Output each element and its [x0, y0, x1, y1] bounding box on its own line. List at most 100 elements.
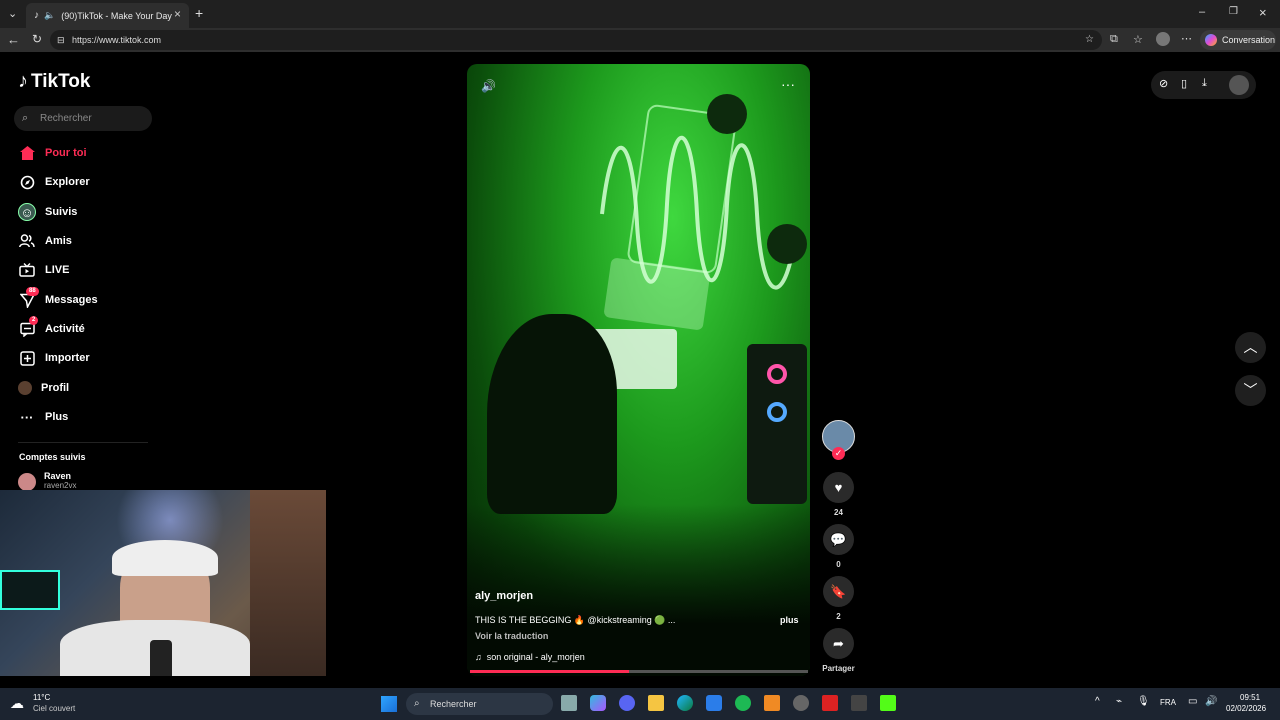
- activity-badge: 2: [29, 316, 39, 325]
- address-bar-row: ← ↻ ⊟ https://www.tiktok.com ☆ ⧉ ☆ ⋯ Con…: [0, 28, 1280, 52]
- video-progress-bar[interactable]: [470, 670, 808, 673]
- share-label: Partager: [822, 664, 855, 673]
- share-arrow-icon: ➦: [833, 635, 844, 651]
- sidebar-item-label: LIVE: [45, 264, 70, 276]
- settings-gear-icon[interactable]: [793, 695, 809, 711]
- sidebar-item-explorer[interactable]: Explorer: [18, 171, 168, 193]
- user-avatar-icon[interactable]: [1229, 75, 1249, 95]
- sidebar-item-profil[interactable]: Profil: [18, 377, 168, 399]
- app-icon[interactable]: [764, 695, 780, 711]
- logo-text: TikTok: [31, 70, 91, 92]
- weather-temp[interactable]: 11°C: [33, 693, 50, 702]
- profile-avatar-icon[interactable]: [1156, 32, 1170, 46]
- back-icon[interactable]: ←: [7, 32, 20, 47]
- neon-wave: [600, 135, 794, 290]
- following-account-raven[interactable]: Raven raven2vx: [18, 471, 76, 491]
- volume-icon[interactable]: 🔊: [481, 79, 496, 93]
- clock-date[interactable]: 02/02/2026: [1226, 704, 1266, 713]
- speaker-icon[interactable]: 🔊: [1205, 696, 1217, 707]
- clock-time[interactable]: 09:51: [1240, 693, 1260, 702]
- display-icon[interactable]: ▭: [1188, 696, 1197, 707]
- translate-link[interactable]: Voir la traduction: [475, 631, 548, 641]
- sidebar-item-suivis[interactable]: ☺ Suivis: [18, 201, 168, 223]
- comment-button[interactable]: 💬: [823, 524, 854, 555]
- red-app-icon[interactable]: [822, 695, 838, 711]
- stream-app-icon[interactable]: [851, 695, 867, 711]
- copilot-conversation-button[interactable]: Conversation: [1200, 30, 1276, 50]
- search-input[interactable]: ⌕ Rechercher: [14, 106, 152, 131]
- video-caption: THIS IS THE BEGGING 🔥 @kickstreaming 🟢 .…: [475, 615, 676, 625]
- sidebar-item-pour-toi[interactable]: Pour toi: [18, 142, 168, 164]
- store-icon[interactable]: [706, 695, 722, 711]
- save-button[interactable]: 🔖: [823, 576, 854, 607]
- tab-audio-icon[interactable]: 🔈: [44, 10, 55, 21]
- language-indicator[interactable]: FRA: [1160, 698, 1176, 707]
- video-author[interactable]: aly_morjen: [475, 590, 533, 602]
- tab-close-icon[interactable]: ×: [174, 7, 181, 21]
- raven-avatar: [18, 473, 36, 491]
- door: [250, 490, 326, 676]
- microphone-icon[interactable]: 🎙: [1137, 696, 1150, 707]
- taskbar-search[interactable]: ⌕ Rechercher: [406, 693, 553, 715]
- share-button[interactable]: ➦: [823, 628, 854, 659]
- window-close-icon[interactable]: ×: [1259, 5, 1267, 20]
- follow-check-icon[interactable]: ✓: [832, 447, 845, 460]
- caption-more-link[interactable]: plus: [780, 615, 799, 625]
- coins-icon[interactable]: ⊘: [1159, 77, 1168, 90]
- activity-icon: 2: [18, 316, 39, 338]
- sidebar-item-label: Suivis: [45, 206, 78, 218]
- sidebar-item-live[interactable]: LIVE: [18, 259, 168, 281]
- tiktok-logo-icon: ♪: [18, 70, 28, 92]
- sidebar-item-importer[interactable]: Importer: [18, 347, 168, 369]
- upload-plus-icon: [18, 349, 36, 367]
- tab-list-chevron-icon[interactable]: ⌄: [8, 7, 17, 20]
- video-more-icon[interactable]: ···: [781, 76, 795, 92]
- following-handle: raven2vx: [44, 481, 77, 490]
- copilot-app-icon[interactable]: [590, 695, 606, 711]
- extensions-icon[interactable]: ⧉: [1110, 33, 1118, 46]
- kick-sign: [0, 570, 60, 610]
- tab-title: (90)TikTok - Make Your Day: [61, 10, 172, 21]
- music-note-icon: ♫: [475, 652, 482, 662]
- next-video-chevron-down-icon[interactable]: ﹀: [1235, 375, 1266, 406]
- sidebar-item-plus[interactable]: ··· Plus: [18, 406, 168, 428]
- network-icon[interactable]: ⌁: [1116, 696, 1122, 707]
- browser-menu-icon[interactable]: ⋯: [1181, 32, 1192, 45]
- previous-video-chevron-up-icon[interactable]: ︿: [1235, 332, 1266, 363]
- tiktok-favicon-icon: ♪: [34, 10, 39, 21]
- favorites-icon[interactable]: ☆: [1133, 33, 1143, 46]
- messages-badge: 88: [26, 287, 39, 296]
- favorite-star-icon[interactable]: ☆: [1085, 30, 1094, 50]
- file-explorer-icon[interactable]: [648, 695, 664, 711]
- minimize-icon[interactable]: –: [1199, 6, 1205, 18]
- kick-app-icon[interactable]: [880, 695, 896, 711]
- download-icon[interactable]: ⤓: [1202, 77, 1207, 90]
- save-count: 2: [836, 612, 841, 621]
- discord-icon[interactable]: [619, 695, 635, 711]
- sound-row[interactable]: ♫ son original - aly_morjen: [475, 652, 585, 662]
- video-player[interactable]: 🔊 ··· aly_morjen THIS IS THE BEGGING 🔥 @…: [467, 64, 810, 676]
- sidebar-item-amis[interactable]: Amis: [18, 230, 168, 252]
- restore-icon[interactable]: ❐: [1229, 6, 1238, 17]
- weather-desc[interactable]: Ciel couvert: [33, 704, 75, 713]
- conversation-label: Conversation: [1222, 35, 1276, 45]
- new-tab-icon[interactable]: +: [195, 5, 203, 21]
- browser-tab[interactable]: ♪ 🔈 (90)TikTok - Make Your Day ×: [26, 3, 189, 28]
- tiktok-logo[interactable]: ♪ TikTok: [18, 70, 90, 93]
- vinyl-record: [767, 224, 807, 264]
- sidebar-item-activite[interactable]: 2 Activité: [18, 316, 168, 340]
- refresh-icon[interactable]: ↻: [32, 32, 42, 46]
- device-icon[interactable]: ▯: [1181, 77, 1187, 90]
- like-button[interactable]: ♥: [823, 472, 854, 503]
- taskbar-search-label: Rechercher: [430, 699, 477, 709]
- edge-icon[interactable]: [677, 695, 693, 711]
- task-view-icon[interactable]: [561, 695, 577, 711]
- windows-start-icon[interactable]: [381, 696, 397, 712]
- search-placeholder: Rechercher: [40, 113, 92, 124]
- sidebar-item-messages[interactable]: 88 Messages: [18, 287, 168, 311]
- url-field[interactable]: ⊟ https://www.tiktok.com ☆: [50, 30, 1102, 50]
- spotify-icon[interactable]: [735, 695, 751, 711]
- tray-chevron-up-icon[interactable]: ^: [1095, 696, 1100, 707]
- profile-avatar-icon: [18, 381, 32, 395]
- site-info-icon[interactable]: ⊟: [57, 30, 65, 50]
